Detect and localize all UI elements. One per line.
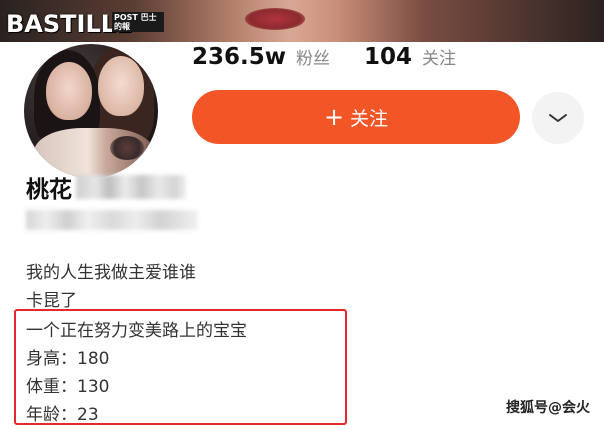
fans-stat[interactable]: 236.5w 粉丝 [192,44,330,74]
following-count: 104 [364,44,413,70]
watermark-sub: POST 巴士的報 [112,12,164,32]
fans-count: 236.5w [192,44,286,70]
fans-label: 粉丝 [296,49,330,69]
bio-line: 我的人生我做主爱谁谁 [26,263,196,283]
following-stat[interactable]: 104 关注 [364,44,456,74]
redacted-name [76,175,186,199]
redacted-user-id [26,210,198,230]
more-options-button[interactable] [532,92,584,144]
source-watermark: 搜狐号@会火 [506,400,590,416]
avatar[interactable] [24,44,158,178]
profile-name-row: 桃花 [26,170,186,204]
follow-button[interactable]: + 关注 [192,90,520,144]
profile-name: 桃花 [26,177,72,203]
cover-photo: BASTILLE POST 巴士的報 [0,0,604,42]
plus-icon: + [323,103,345,131]
highlight-annotation-box [14,309,347,425]
chevron-down-icon [549,114,567,122]
bio-line: 卡昆了 [26,291,77,311]
cover-photo-detail [245,8,305,30]
follow-button-label: 关注 [350,107,389,130]
following-label: 关注 [422,49,457,69]
